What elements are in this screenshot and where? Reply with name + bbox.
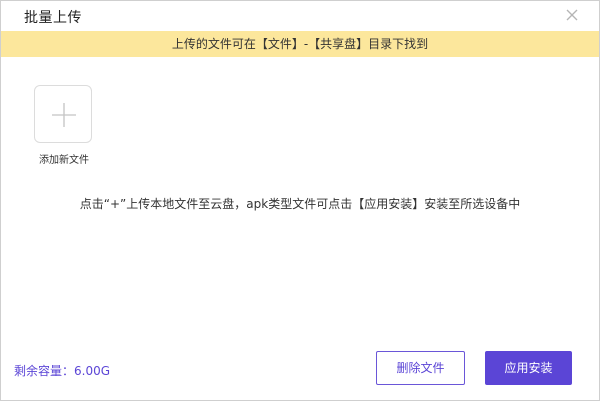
info-banner: 上传的文件可在【文件】-【共享盘】目录下找到 [1, 31, 599, 57]
add-file-button[interactable] [34, 85, 92, 143]
title-bar: 批量上传 [1, 1, 599, 31]
batch-upload-dialog: 批量上传 上传的文件可在【文件】-【共享盘】目录下找到 添加新文件 点击“+”上… [0, 0, 600, 401]
close-icon[interactable] [563, 6, 581, 24]
delete-file-button[interactable]: 删除文件 [376, 351, 465, 385]
install-app-button[interactable]: 应用安装 [485, 351, 572, 385]
add-file-label: 添加新文件 [39, 155, 89, 166]
upload-hint: 点击“+”上传本地文件至云盘，apk类型文件可点击【应用安装】安装至所选设备中 [79, 197, 521, 211]
remaining-capacity: 剩余容量：6.00G [14, 364, 111, 378]
dialog-title: 批量上传 [24, 10, 82, 26]
